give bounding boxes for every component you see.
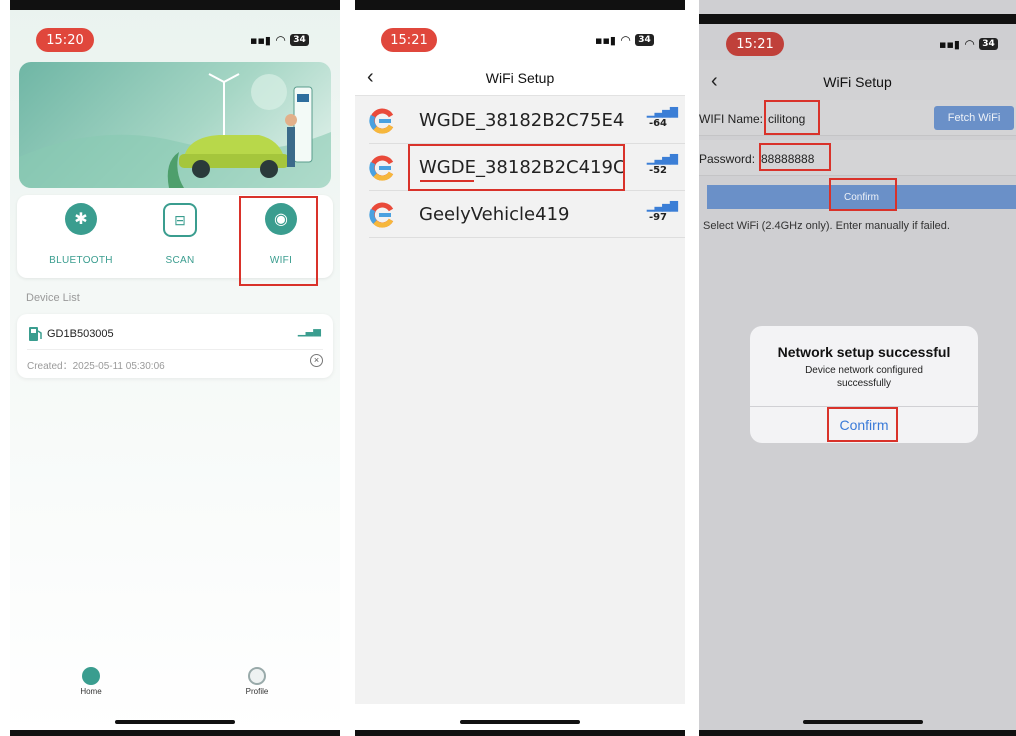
signal-strength: ▁▃▅▇ -64 xyxy=(647,107,678,130)
tab-profile[interactable]: Profile xyxy=(227,667,287,696)
signal-bars-icon: ▁▃▅▇ xyxy=(647,107,678,118)
tab-home-label: Home xyxy=(80,687,102,696)
signal-strength: ▁▃▅▇ -52 xyxy=(647,154,678,177)
battery-icon: 34 xyxy=(979,38,998,50)
ev-charging-illustration xyxy=(19,73,331,188)
signal-value: -97 xyxy=(648,212,668,223)
profile-icon xyxy=(248,667,266,685)
scan-icon: ⊟ xyxy=(163,203,197,237)
device-name: GD1B503005 xyxy=(47,328,114,340)
home-indicator xyxy=(460,720,580,724)
password-label: Password: xyxy=(699,152,756,166)
home-indicator xyxy=(803,720,923,724)
network-logo-icon xyxy=(369,155,394,181)
status-icons: ▪▪▮ ◠ 34 xyxy=(939,37,998,51)
highlight-password xyxy=(759,143,831,171)
promo-banner xyxy=(19,62,331,188)
page-title: WiFi Setup xyxy=(485,70,555,86)
highlight-dialog-confirm xyxy=(827,407,898,442)
nav-bar: ‹ WiFi Setup xyxy=(355,60,685,96)
nav-bar: ‹ WiFi Setup xyxy=(699,60,1016,100)
device-divider xyxy=(27,349,323,350)
signal-bars-icon: ▁▃▅▇ xyxy=(647,154,678,165)
wifi-network-name: WGDE_38182B2C75E4 xyxy=(419,110,625,131)
status-icons: ▪▪▮ ◠ 34 xyxy=(595,33,654,47)
charger-icon xyxy=(29,327,42,341)
top-edge xyxy=(355,0,685,10)
signal-value: -52 xyxy=(648,165,668,176)
highlight-confirm xyxy=(829,178,897,211)
battery-icon: 34 xyxy=(635,34,654,46)
top-edge xyxy=(699,14,1016,24)
signal-strength: ▁▃▅▇ -97 xyxy=(647,201,678,224)
bluetooth-button[interactable]: ✱ BLUETOOTH xyxy=(41,203,121,266)
screen-wifi-config: 15:21 ▪▪▮ ◠ 34 ‹ WiFi Setup WIFI Name: c… xyxy=(699,0,1016,736)
delete-device-icon[interactable]: × xyxy=(310,354,323,367)
fetch-wifi-button[interactable]: Fetch WiFi xyxy=(934,106,1014,130)
device-created: Created：2025-05-11 05:30:06 xyxy=(27,361,165,372)
home-indicator xyxy=(115,720,235,724)
status-time: 15:21 xyxy=(726,32,784,56)
page-title: WiFi Setup xyxy=(823,74,892,90)
status-icons: ▪▪▮ ◠ 34 xyxy=(250,33,309,47)
battery-icon: 34 xyxy=(290,34,309,46)
top-edge xyxy=(10,0,340,10)
screen-wifi-list: 15:21 ▪▪▮ ◠ 34 ‹ WiFi Setup WGDE_38182B2… xyxy=(355,0,685,736)
password-row: Password: 88888888 xyxy=(699,140,1016,176)
cellular-icon: ▪▪▮ xyxy=(595,33,616,47)
hint-text: Select WiFi (2.4GHz only). Enter manuall… xyxy=(703,220,950,232)
status-time: 15:21 xyxy=(381,28,437,52)
wifi-network-row[interactable]: GeelyVehicle419 ▁▃▅▇ -97 xyxy=(369,191,685,238)
status-time: 15:20 xyxy=(36,28,94,52)
dialog-message: Device network configured successfully xyxy=(805,365,923,389)
device-list-title: Device List xyxy=(26,292,80,304)
bluetooth-label: BLUETOOTH xyxy=(49,255,113,266)
network-logo-icon xyxy=(369,202,394,228)
scan-button[interactable]: ⊟ SCAN xyxy=(140,203,220,266)
device-signal-icon: ▁▃▅ xyxy=(297,326,321,337)
highlight-wifi-name xyxy=(764,100,820,135)
highlight-wifi xyxy=(239,196,318,286)
tab-profile-label: Profile xyxy=(245,687,269,696)
dialog-title: Network setup successful xyxy=(777,344,951,360)
wifi-network-row[interactable]: WGDE_38182B2C75E4 ▁▃▅▇ -64 xyxy=(369,97,685,144)
cellular-icon: ▪▪▮ xyxy=(939,37,960,51)
bottom-edge xyxy=(699,730,1016,736)
wifi-status-icon: ◠ xyxy=(964,37,975,51)
red-underline xyxy=(420,180,474,182)
home-icon xyxy=(82,667,100,685)
scan-label: SCAN xyxy=(165,255,195,266)
tab-home[interactable]: Home xyxy=(61,667,121,696)
screen-home: 15:20 ▪▪▮ ◠ 34 ✱ BLUETOOTH ⊟ SCAN ◉ WIFI… xyxy=(10,0,340,736)
bluetooth-icon: ✱ xyxy=(65,203,97,235)
wifi-network-name: GeelyVehicle419 xyxy=(419,204,570,225)
wifi-name-label: WIFI Name: xyxy=(699,112,764,126)
wifi-status-icon: ◠ xyxy=(275,33,286,47)
network-logo-icon xyxy=(369,108,394,134)
bottom-edge xyxy=(355,730,685,736)
highlight-selected-network xyxy=(408,144,625,191)
cellular-icon: ▪▪▮ xyxy=(250,33,271,47)
wifi-status-icon: ◠ xyxy=(620,33,631,47)
signal-value: -64 xyxy=(648,118,668,129)
device-card[interactable]: GD1B503005 ▁▃▅ Created：2025-05-11 05:30:… xyxy=(17,314,333,378)
bottom-edge xyxy=(10,730,340,736)
signal-bars-icon: ▁▃▅▇ xyxy=(647,201,678,212)
